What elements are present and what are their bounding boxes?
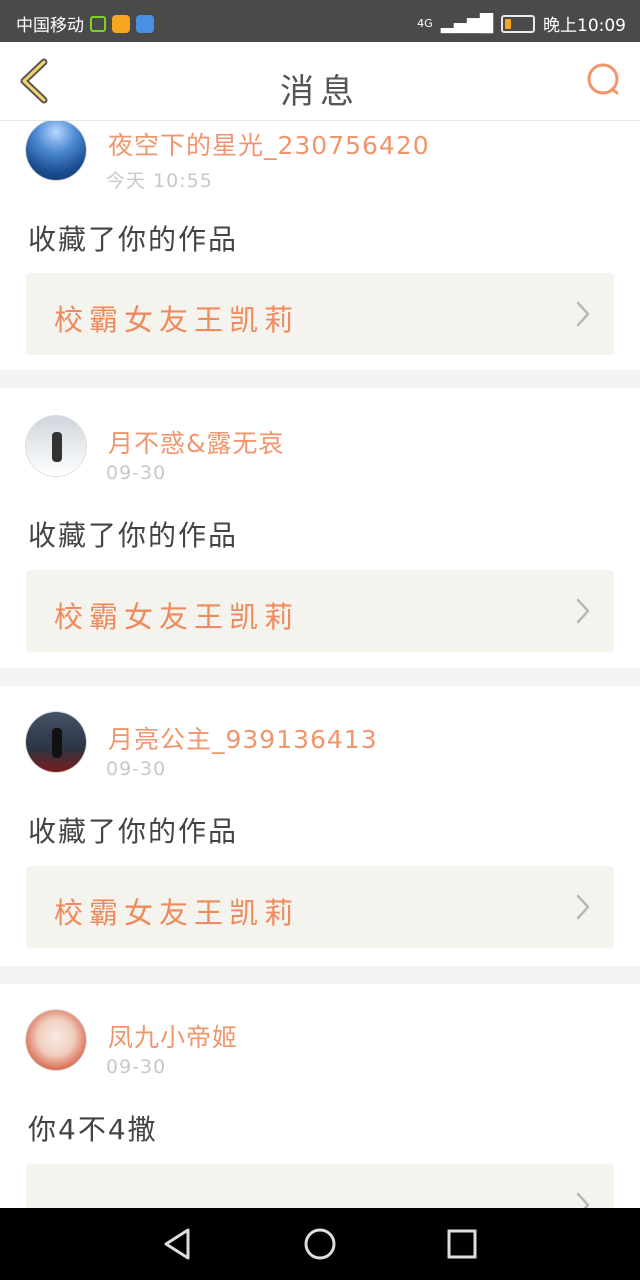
chevron-right-icon [576,1192,590,1208]
username[interactable]: 凤九小帝姬 [108,1018,238,1054]
chevron-right-icon [576,301,590,327]
action-text: 收藏了你的作品 [28,223,239,256]
message-card[interactable]: 月不惑&露无哀 09-30 收藏了你的作品 校霸女友王凯莉 [0,388,640,668]
chevron-right-icon [576,894,590,920]
work-title: 校霸女友王凯莉 [54,896,300,930]
nav-recent-apps-icon[interactable] [444,1226,480,1262]
signal-icon: ▂▄▆█ [440,13,493,34]
message-card[interactable]: 夜空下的星光_230756420 今天 10:55 收藏了你的作品 校霸女友王凯… [0,120,640,370]
username[interactable]: 月亮公主_939136413 [108,720,378,756]
status-right: 4G ▂▄▆█ 晚上10:09 [417,11,626,37]
top-header: 消息 [0,42,640,121]
avatar[interactable] [26,1010,86,1070]
avatar[interactable] [26,712,86,772]
clock: 晚上10:09 [543,16,626,36]
message-card[interactable]: 月亮公主_939136413 09-30 收藏了你的作品 校霸女友王凯莉 [0,686,640,966]
page-title: 消息 [280,72,360,112]
work-title: 校霸女友王凯莉 [54,303,300,337]
username[interactable]: 夜空下的星光_230756420 [108,126,430,162]
carrier-label: 中国移动 [16,16,84,36]
timestamp: 09-30 [106,758,167,780]
timestamp: 今天 10:55 [106,170,213,192]
chevron-right-icon [576,598,590,624]
action-text: 你4不4撒 [28,1113,158,1146]
network-label: 4G [417,16,433,30]
work-link[interactable] [26,1164,614,1208]
nav-home-icon[interactable] [302,1226,338,1262]
timestamp: 09-30 [106,1056,167,1078]
nav-back-icon[interactable] [160,1226,196,1262]
lock-icon [90,15,106,32]
action-text: 收藏了你的作品 [28,815,239,848]
timestamp: 09-30 [106,462,167,484]
shield-icon [136,14,154,33]
action-text: 收藏了你的作品 [28,519,239,552]
status-left: 中国移动 [16,11,154,36]
avatar[interactable] [26,416,86,476]
work-title: 校霸女友王凯莉 [54,600,300,634]
work-link[interactable]: 校霸女友王凯莉 [26,273,614,355]
system-nav-bar [0,1208,640,1280]
username[interactable]: 月不惑&露无哀 [108,424,285,460]
search-icon[interactable] [586,62,622,98]
message-feed[interactable]: 夜空下的星光_230756420 今天 10:55 收藏了你的作品 校霸女友王凯… [0,120,640,1208]
work-link[interactable]: 校霸女友王凯莉 [26,866,614,948]
battery-icon [501,14,535,33]
work-link[interactable]: 校霸女友王凯莉 [26,570,614,652]
avatar[interactable] [26,120,86,180]
app-notification-icon [112,14,130,33]
message-card[interactable]: 凤九小帝姬 09-30 你4不4撒 [0,984,640,1208]
status-bar: 中国移动 4G ▂▄▆█ 晚上10:09 [0,0,640,42]
